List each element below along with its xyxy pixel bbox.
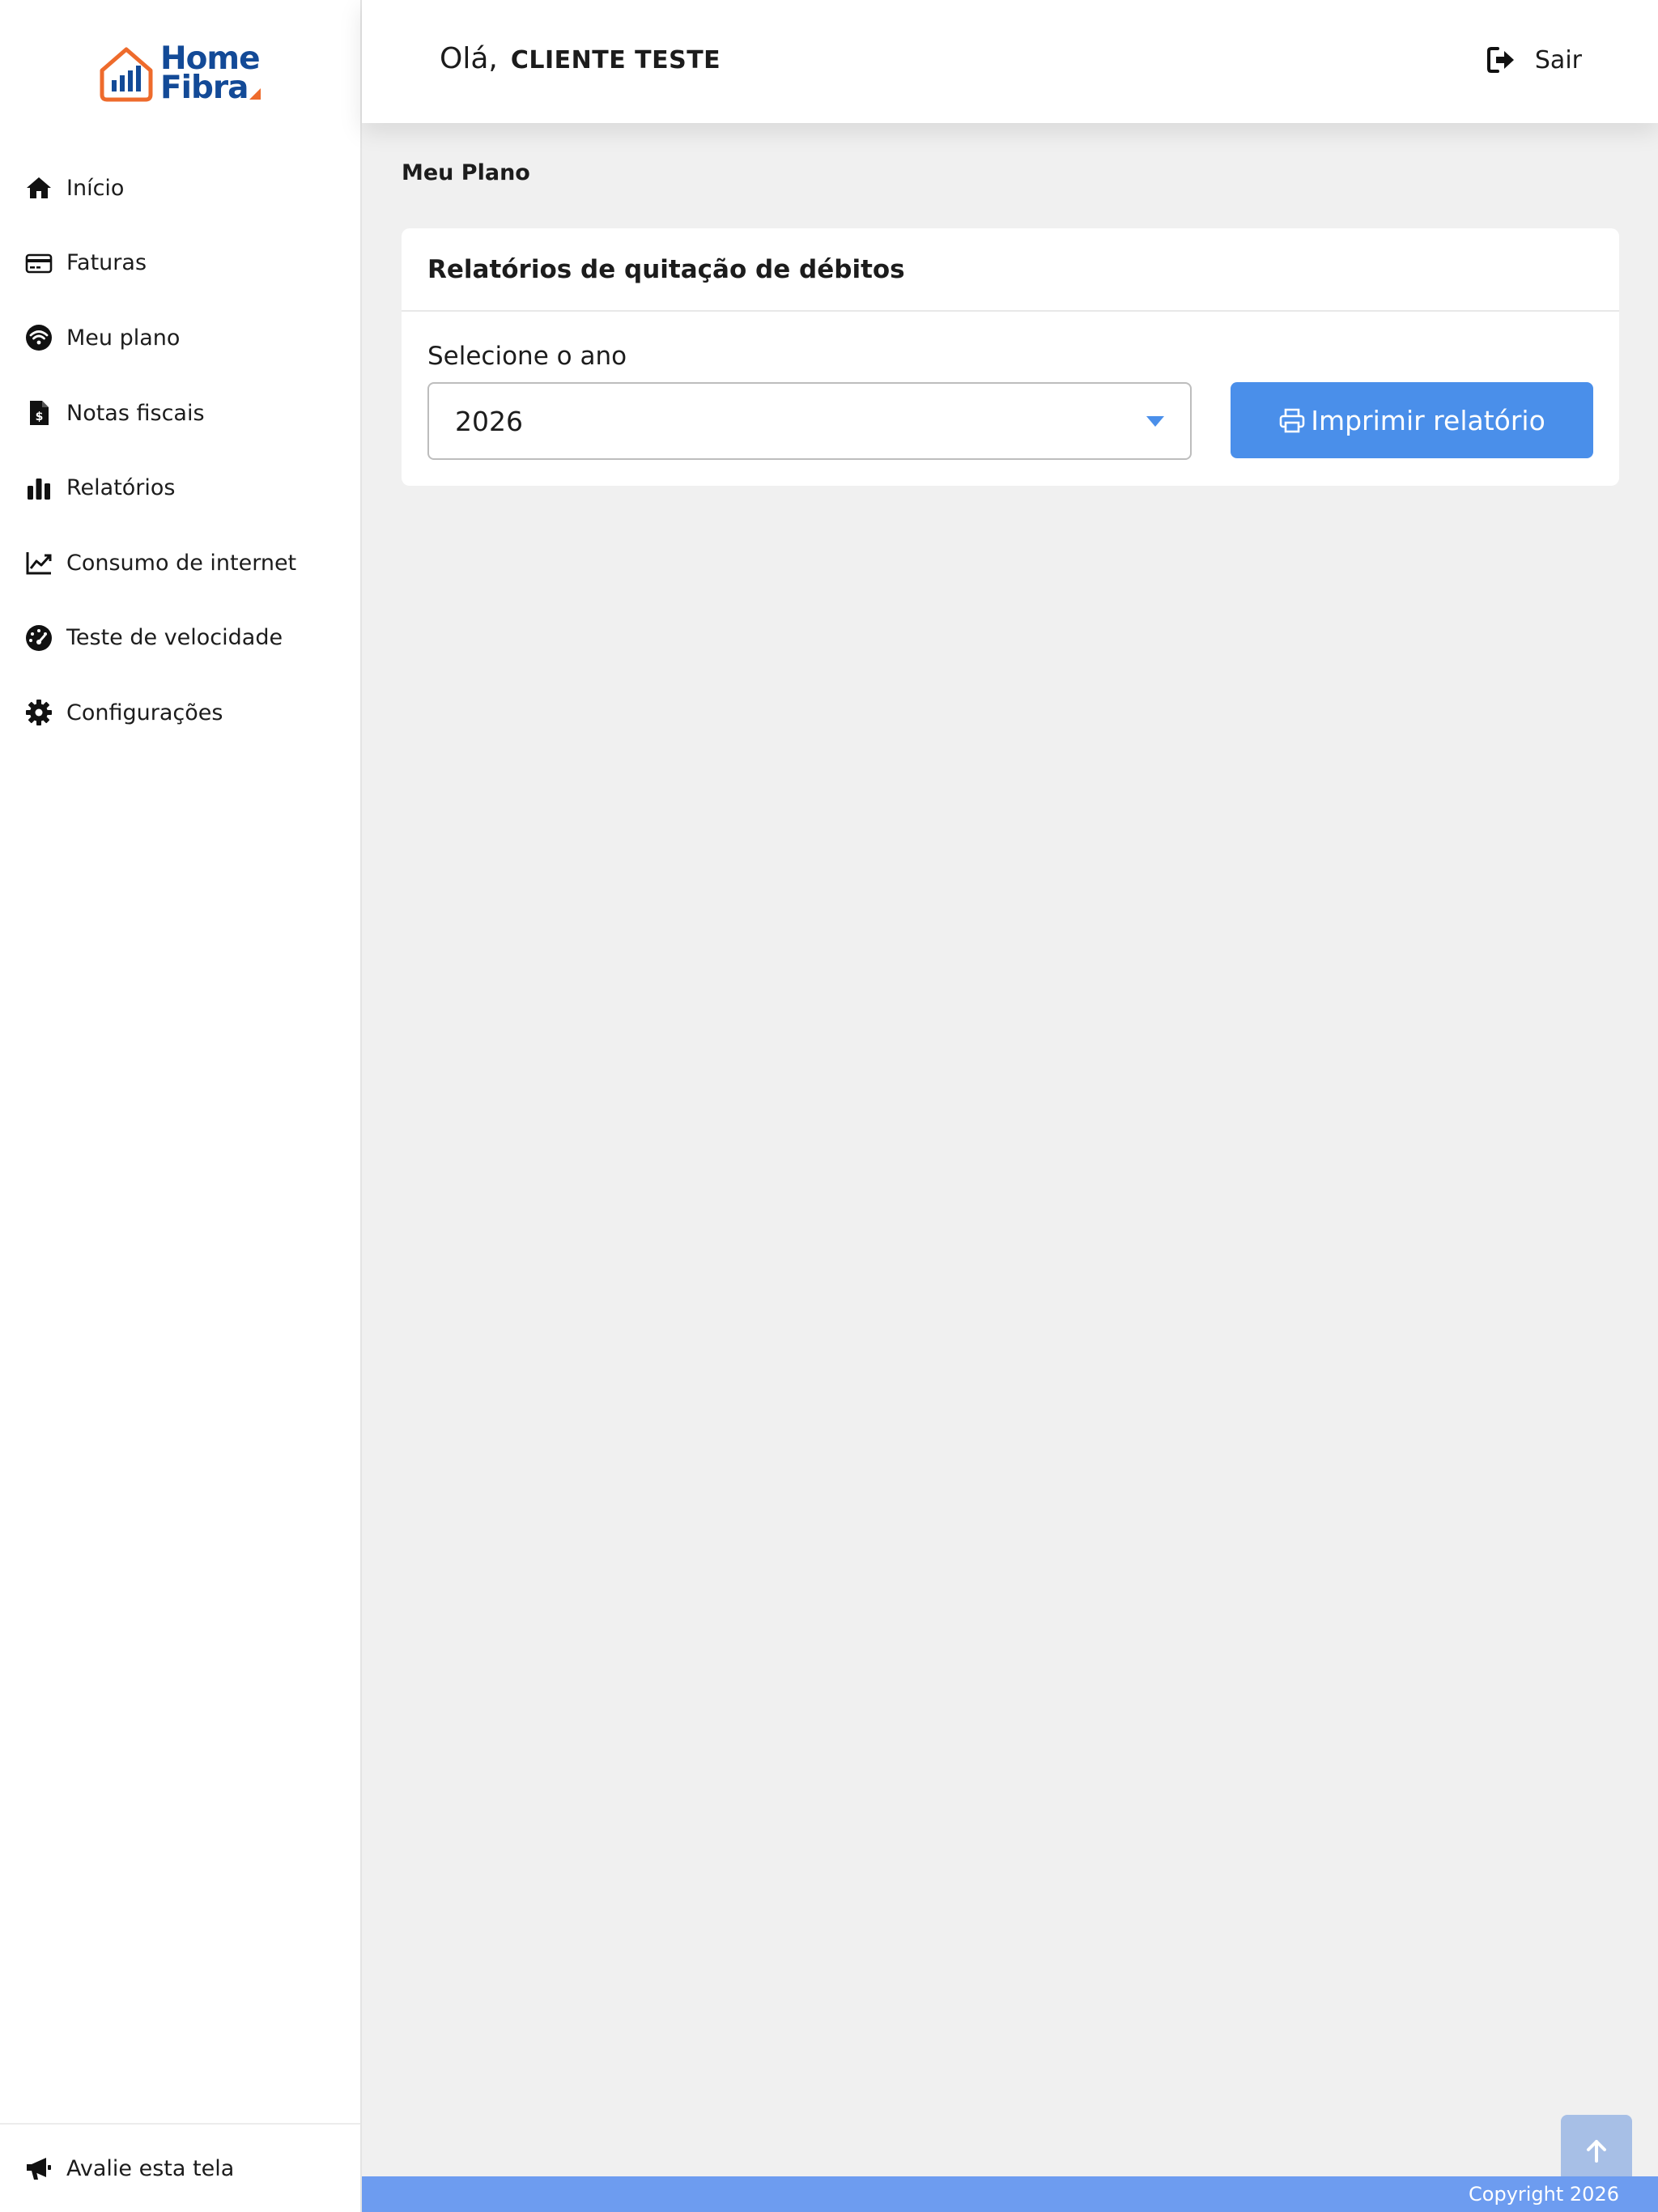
sidebar-nav: Início Faturas Meu plano $ Notas fiscais… bbox=[0, 151, 360, 751]
sidebar-item-label: Teste de velocidade bbox=[66, 625, 283, 651]
sidebar-item-teste-velocidade[interactable]: Teste de velocidade bbox=[0, 601, 360, 676]
sign-out-icon bbox=[1486, 47, 1514, 73]
arrow-up-icon bbox=[1587, 2140, 1606, 2163]
sidebar-item-relatorios[interactable]: Relatórios bbox=[0, 450, 360, 525]
sidebar-item-label: Consumo de internet bbox=[66, 550, 297, 576]
sidebar-item-faturas[interactable]: Faturas bbox=[0, 226, 360, 301]
home-icon bbox=[24, 173, 53, 202]
rate-screen-button[interactable]: Avalie esta tela bbox=[0, 2123, 360, 2212]
year-select-label: Selecione o ano bbox=[427, 342, 627, 371]
brand-accent-mark bbox=[249, 88, 261, 100]
brand-line2: Fibra bbox=[160, 70, 249, 106]
logout-button[interactable]: Sair bbox=[1486, 45, 1582, 74]
house-logo-icon bbox=[100, 47, 153, 102]
rate-screen-label: Avalie esta tela bbox=[66, 2155, 235, 2181]
sidebar-item-notas-fiscais[interactable]: $ Notas fiscais bbox=[0, 376, 360, 451]
sidebar: Home Fibra Início Faturas Meu plano $ No… bbox=[0, 0, 362, 2212]
sidebar-item-configuracoes[interactable]: Configurações bbox=[0, 675, 360, 751]
print-icon bbox=[1279, 408, 1305, 433]
sidebar-item-label: Início bbox=[66, 175, 125, 201]
wifi-icon bbox=[24, 323, 53, 352]
sidebar-item-label: Faturas bbox=[66, 250, 147, 276]
copyright-text: Copyright 2026 bbox=[1469, 2183, 1619, 2206]
svg-text:$: $ bbox=[36, 410, 44, 423]
greeting-text: Olá, bbox=[440, 42, 498, 75]
greeting: Olá, CLIENTE TESTE bbox=[440, 42, 721, 75]
print-report-button[interactable]: Imprimir relatório bbox=[1231, 382, 1593, 458]
year-select[interactable]: 2026 bbox=[427, 382, 1192, 460]
print-report-label: Imprimir relatório bbox=[1311, 404, 1545, 436]
logout-label: Sair bbox=[1534, 45, 1582, 74]
sidebar-item-meu-plano[interactable]: Meu plano bbox=[0, 300, 360, 376]
scroll-to-top-button[interactable] bbox=[1561, 2115, 1632, 2186]
top-header: Olá, CLIENTE TESTE Sair bbox=[362, 0, 1658, 123]
sidebar-item-inicio[interactable]: Início bbox=[0, 151, 360, 226]
report-card: Relatórios de quitação de débitos Seleci… bbox=[402, 228, 1619, 486]
brand-logo[interactable]: Home Fibra bbox=[96, 39, 266, 108]
page-footer: Copyright 2026 bbox=[362, 2176, 1658, 2212]
speedometer-icon bbox=[24, 623, 53, 653]
sidebar-item-label: Configurações bbox=[66, 700, 223, 725]
megaphone-icon bbox=[24, 2154, 53, 2183]
client-name: CLIENTE TESTE bbox=[510, 46, 721, 74]
year-select-value: 2026 bbox=[455, 405, 523, 437]
gear-icon bbox=[24, 698, 53, 727]
line-chart-icon bbox=[24, 548, 53, 577]
sidebar-item-consumo-internet[interactable]: Consumo de internet bbox=[0, 525, 360, 601]
sidebar-item-label: Notas fiscais bbox=[66, 400, 205, 426]
invoice-dollar-icon: $ bbox=[24, 398, 53, 428]
page-title: Meu Plano bbox=[402, 160, 530, 185]
bar-chart-icon bbox=[24, 474, 53, 503]
sidebar-item-label: Meu plano bbox=[66, 325, 181, 351]
chevron-down-icon bbox=[1146, 416, 1164, 427]
card-title: Relatórios de quitação de débitos bbox=[402, 228, 1619, 312]
credit-card-icon bbox=[24, 249, 53, 278]
sidebar-item-label: Relatórios bbox=[66, 475, 176, 501]
brand-wordmark: Home Fibra bbox=[160, 43, 261, 106]
